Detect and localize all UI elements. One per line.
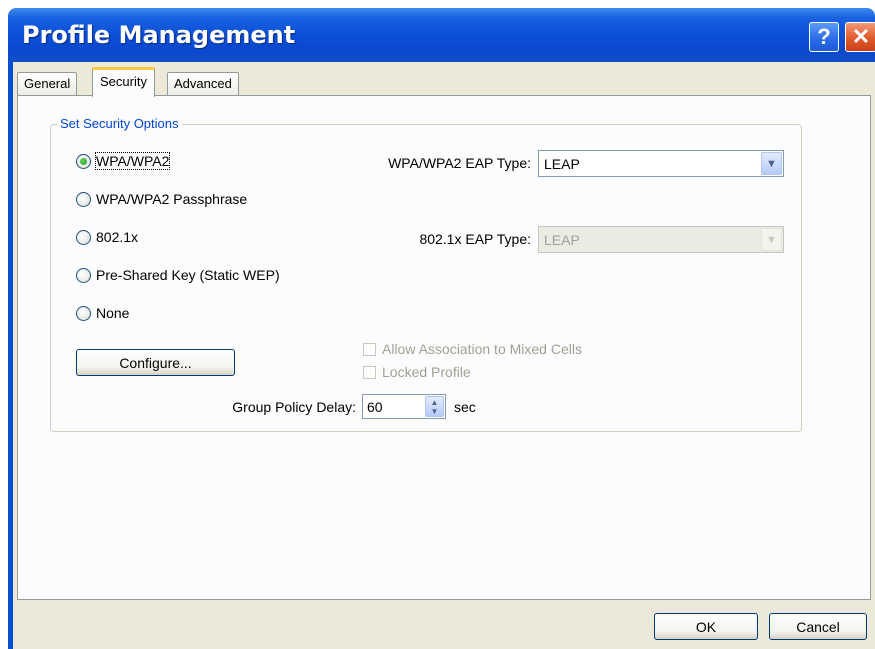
radio-label: 802.1x [96, 229, 139, 245]
title-bar[interactable]: Profile Management ? ✕ [8, 8, 875, 62]
dialog-client-area: General Security Advanced Set Security O… [13, 62, 875, 649]
spinner-arrows-icon[interactable]: ▲ ▼ [425, 396, 444, 417]
radio-802-1x[interactable]: 802.1x [76, 229, 138, 245]
help-button[interactable]: ? [809, 22, 839, 52]
question-mark-icon: ? [817, 24, 831, 49]
radio-wpa-passphrase[interactable]: WPA/WPA2 Passphrase [76, 191, 247, 207]
cancel-button[interactable]: Cancel [769, 613, 867, 640]
group-policy-unit: sec [454, 399, 476, 415]
allow-mixed-cells-checkbox[interactable]: Allow Association to Mixed Cells [363, 341, 582, 357]
radio-button[interactable] [76, 229, 91, 245]
group-policy-delay-label: Group Policy Delay: [232, 399, 356, 415]
wpa-eap-type-select[interactable]: LEAP ▼ [538, 150, 784, 177]
radio-none[interactable]: None [76, 305, 129, 321]
checkbox[interactable] [363, 342, 376, 356]
radio-label: Pre-Shared Key (Static WEP) [96, 267, 280, 283]
security-tab-panel: Set Security Options WPA/WPA2 WPA/WPA2 P… [17, 95, 871, 600]
spinner-value[interactable]: 60 [363, 399, 425, 415]
radio-button[interactable] [76, 305, 91, 321]
tab-advanced[interactable]: Advanced [167, 72, 239, 96]
dot1x-eap-type-label: 802.1x EAP Type: [419, 231, 531, 247]
wpa-eap-type-label: WPA/WPA2 EAP Type: [388, 155, 531, 171]
checkbox-label: Allow Association to Mixed Cells [382, 341, 582, 357]
group-policy-delay-spinner[interactable]: 60 ▲ ▼ [362, 394, 446, 419]
group-label: Set Security Options [57, 116, 182, 131]
chevron-down-icon[interactable]: ▼ [761, 228, 782, 251]
ok-button[interactable]: OK [654, 613, 758, 640]
checkbox-label: Locked Profile [382, 364, 471, 380]
dot1x-eap-type-select[interactable]: LEAP ▼ [538, 226, 784, 253]
chevron-down-icon[interactable]: ▼ [761, 152, 782, 175]
select-value: LEAP [544, 231, 580, 248]
locked-profile-checkbox[interactable]: Locked Profile [363, 364, 471, 380]
radio-label: WPA/WPA2 [94, 152, 171, 170]
radio-label: WPA/WPA2 Passphrase [96, 191, 248, 207]
tab-general[interactable]: General [17, 72, 78, 96]
radio-button-selected[interactable] [76, 153, 91, 169]
radio-label: None [96, 305, 130, 321]
checkbox[interactable] [363, 365, 376, 379]
close-icon: ✕ [851, 24, 871, 49]
radio-pre-shared-key[interactable]: Pre-Shared Key (Static WEP) [76, 267, 280, 283]
profile-management-window: Profile Management ? ✕ General Security … [0, 0, 875, 649]
radio-button[interactable] [76, 191, 91, 207]
window-title: Profile Management [22, 21, 296, 49]
radio-wpa-wpa2[interactable]: WPA/WPA2 [76, 152, 171, 170]
tab-security[interactable]: Security [92, 67, 155, 97]
radio-button[interactable] [76, 267, 91, 283]
radio-dot-icon [80, 157, 87, 165]
configure-button[interactable]: Configure... [76, 349, 235, 376]
select-value: LEAP [544, 155, 580, 172]
close-button[interactable]: ✕ [845, 22, 875, 52]
